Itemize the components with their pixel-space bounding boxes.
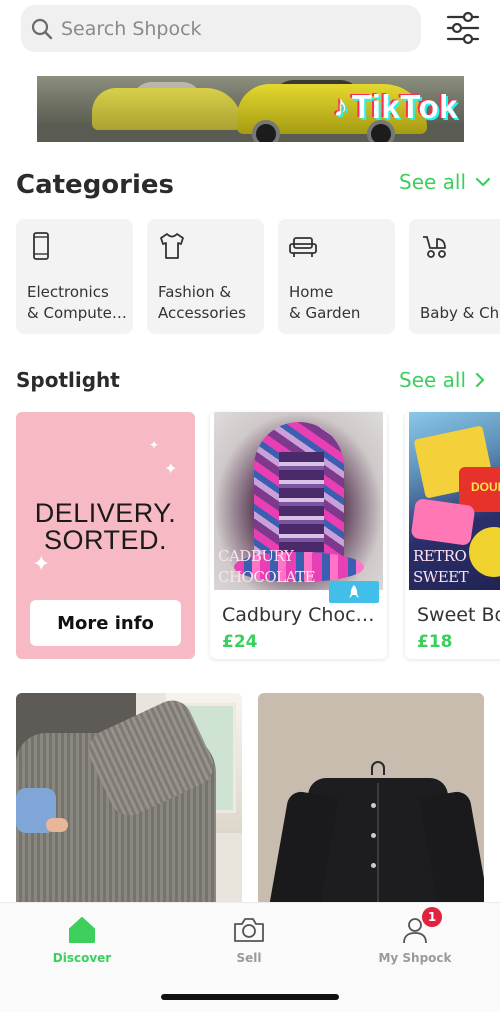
categories-title: Categories xyxy=(16,170,175,200)
product-image: DOUB RETRO SWEET xyxy=(409,412,500,590)
chevron-down-icon xyxy=(475,177,491,187)
spotlight-title: Spotlight xyxy=(16,368,120,392)
phone-icon xyxy=(33,232,49,260)
categories-see-all[interactable]: See all xyxy=(399,170,491,194)
spotlight-item-card[interactable]: DOUB RETRO SWEET Sweet Bo £18 xyxy=(405,412,500,659)
spotlight-item-card[interactable]: CADBURY CHOCOLATE Cadbury Choc… £24 xyxy=(210,412,387,659)
notification-badge: 1 xyxy=(422,907,442,927)
image-caption: CADBURY CHOCOLATE xyxy=(218,547,316,586)
product-image xyxy=(258,693,484,913)
search-icon xyxy=(31,18,53,39)
feed-item-sofa[interactable] xyxy=(16,693,242,913)
nav-sell[interactable]: Sell xyxy=(189,915,309,965)
filter-icon[interactable] xyxy=(444,10,482,46)
item-price: £24 xyxy=(222,632,258,652)
category-home-garden[interactable]: Home & Garden xyxy=(278,219,395,334)
banner-brand: TikTok xyxy=(351,88,458,125)
spotlight-see-all[interactable]: See all xyxy=(399,368,485,392)
item-price: £18 xyxy=(417,632,453,652)
search-input[interactable] xyxy=(61,17,381,40)
car-image xyxy=(92,88,242,130)
tiktok-logo: ♪ TikTok xyxy=(333,88,458,126)
nav-discover[interactable]: Discover xyxy=(22,915,142,965)
nav-label: Sell xyxy=(236,951,262,965)
nav-label: Discover xyxy=(52,951,112,965)
category-label: Home & Garden xyxy=(289,283,361,322)
boost-badge xyxy=(329,581,379,603)
feed-item-jacket[interactable] xyxy=(258,693,484,913)
sparkle-icon: ✦ xyxy=(32,552,51,577)
sparkle-icon: ✦ xyxy=(149,438,160,452)
product-image: CADBURY CHOCOLATE xyxy=(214,412,383,590)
item-title: Sweet Bo xyxy=(417,604,500,626)
discover-screen: ♪ TikTok Categories See all Electronics … xyxy=(0,0,500,1012)
sparkle-icon: ✦ xyxy=(164,459,178,478)
tshirt-icon xyxy=(160,233,184,259)
category-fashion[interactable]: Fashion & Accessories xyxy=(147,219,264,334)
promo-headline: DELIVERY. SORTED. xyxy=(34,498,177,555)
home-icon xyxy=(69,917,95,943)
nav-label: My Shpock xyxy=(378,951,452,965)
home-indicator xyxy=(161,994,339,1000)
category-label: Electronics & Compute… xyxy=(27,283,127,322)
category-electronics[interactable]: Electronics & Compute… xyxy=(16,219,133,334)
delivery-promo-card[interactable]: ✦ ✦ ✦ DELIVERY. SORTED. More info xyxy=(16,412,195,659)
camera-icon xyxy=(234,918,264,942)
see-all-label: See all xyxy=(399,170,467,194)
stroller-icon xyxy=(423,236,446,258)
nav-my-shpock[interactable]: My Shpock 1 xyxy=(355,907,475,965)
category-label: Baby & Chi xyxy=(420,304,500,322)
category-label: Fashion & Accessories xyxy=(158,283,246,322)
image-caption: RETRO SWEET xyxy=(413,547,469,586)
item-title: Cadbury Choc… xyxy=(222,604,375,626)
category-baby[interactable]: Baby & Chi xyxy=(409,219,500,334)
sofa-icon xyxy=(289,237,317,257)
more-info-button[interactable]: More info xyxy=(30,600,181,646)
tiktok-icon: ♪ xyxy=(333,90,349,123)
ad-banner[interactable]: ♪ TikTok xyxy=(37,76,464,142)
product-image xyxy=(16,693,242,913)
chevron-right-icon xyxy=(475,372,485,388)
see-all-label: See all xyxy=(399,368,467,392)
rocket-icon xyxy=(349,585,359,598)
search-bar[interactable] xyxy=(21,5,421,52)
